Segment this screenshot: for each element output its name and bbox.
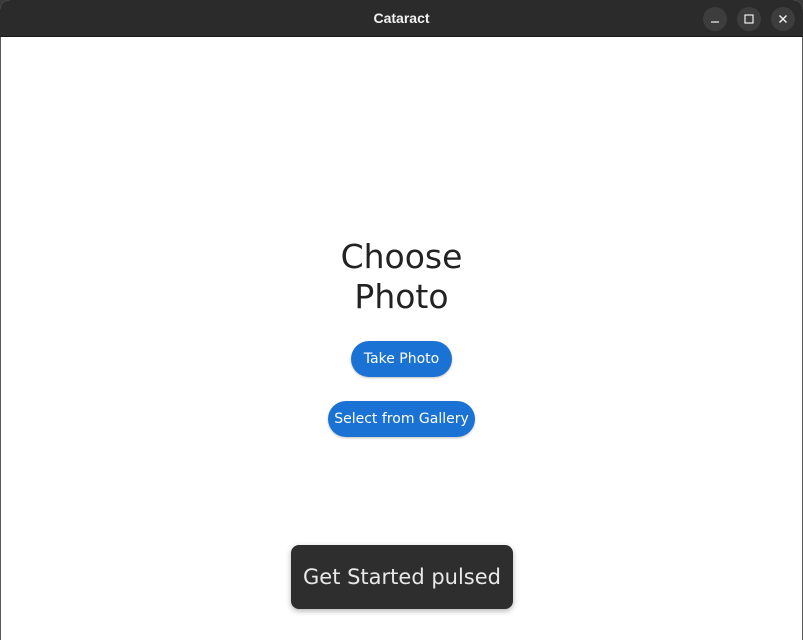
- take-photo-button[interactable]: Take Photo: [351, 341, 452, 377]
- minimize-button[interactable]: [703, 7, 727, 31]
- main-content: Choose Photo Take Photo Select from Gall…: [0, 37, 803, 640]
- app-window: Cataract Choose Photo Take Photo Select …: [0, 0, 803, 640]
- maximize-button[interactable]: [737, 7, 761, 31]
- window-title: Cataract: [373, 10, 430, 26]
- page-title-line-1: Choose: [340, 237, 463, 276]
- toast-message: Get Started pulsed: [291, 545, 513, 609]
- minimize-icon: [711, 21, 719, 23]
- title-bar[interactable]: Cataract: [0, 0, 803, 37]
- page-title: Choose Photo: [1, 237, 802, 317]
- page-title-line-2: Photo: [354, 277, 449, 316]
- maximize-icon: [744, 14, 754, 24]
- close-icon: [779, 15, 787, 23]
- select-from-gallery-button[interactable]: Select from Gallery: [328, 401, 475, 437]
- close-button[interactable]: [771, 7, 795, 31]
